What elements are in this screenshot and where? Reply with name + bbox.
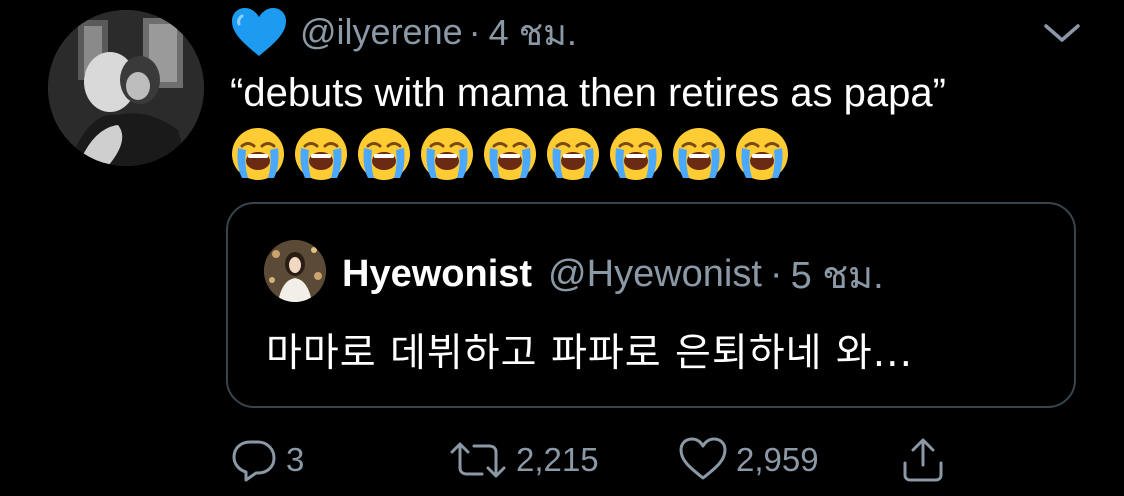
- tweet[interactable]: @ilyerene · 4 ชม. “debuts with mama then…: [0, 0, 1124, 496]
- tweet-time[interactable]: 4 ชม.: [489, 4, 577, 61]
- chevron-down-icon[interactable]: [1040, 18, 1084, 48]
- quoted-tweet-header: Hyewonist @Hyewonist · 5 ชม.: [342, 246, 884, 302]
- reply-button[interactable]: 3: [230, 430, 304, 490]
- reply-count: 3: [286, 441, 305, 478]
- tweet-text: “debuts with mama then retires as papa”: [230, 71, 946, 115]
- emoji-row: [230, 126, 790, 182]
- author-handle[interactable]: @ilyerene: [300, 11, 463, 53]
- quoted-tweet-time: 5 ชม.: [790, 254, 884, 297]
- like-button[interactable]: 2,959: [678, 430, 819, 490]
- tweet-actions: 3 2,215 2,959: [0, 430, 1124, 490]
- loudly-crying-face-icon: [608, 126, 664, 182]
- quoted-tweet-card[interactable]: Hyewonist @Hyewonist · 5 ชม. 마마로 데뷔하고 파파…: [226, 202, 1076, 408]
- blue-heart-icon: [230, 6, 288, 58]
- meta-separator: ·: [769, 252, 783, 295]
- quoted-tweet-text: 마마로 데뷔하고 파파로 은퇴하네 와...: [266, 331, 913, 376]
- share-button[interactable]: [898, 430, 956, 490]
- loudly-crying-face-icon: [419, 126, 475, 182]
- tweet-header: @ilyerene · 4 ชม.: [230, 8, 577, 56]
- retweet-button[interactable]: 2,215: [448, 430, 599, 490]
- quoted-author-avatar: [264, 240, 326, 302]
- retweet-count: 2,215: [516, 441, 599, 478]
- retweet-icon: [450, 442, 506, 478]
- loudly-crying-face-icon: [671, 126, 727, 182]
- author-avatar[interactable]: [48, 10, 204, 166]
- loudly-crying-face-icon: [482, 126, 538, 182]
- loudly-crying-face-icon: [734, 126, 790, 182]
- like-count: 2,959: [736, 441, 819, 478]
- reply-icon: [232, 440, 276, 482]
- quoted-display-name[interactable]: Hyewonist: [342, 253, 532, 296]
- loudly-crying-face-icon: [230, 126, 286, 182]
- loudly-crying-face-icon: [356, 126, 412, 182]
- share-icon: [903, 438, 943, 482]
- heart-outline-icon: [679, 437, 727, 480]
- loudly-crying-face-icon: [545, 126, 601, 182]
- quoted-handle[interactable]: @Hyewonist: [548, 253, 762, 296]
- loudly-crying-face-icon: [293, 126, 349, 182]
- meta-separator: ·: [468, 11, 481, 52]
